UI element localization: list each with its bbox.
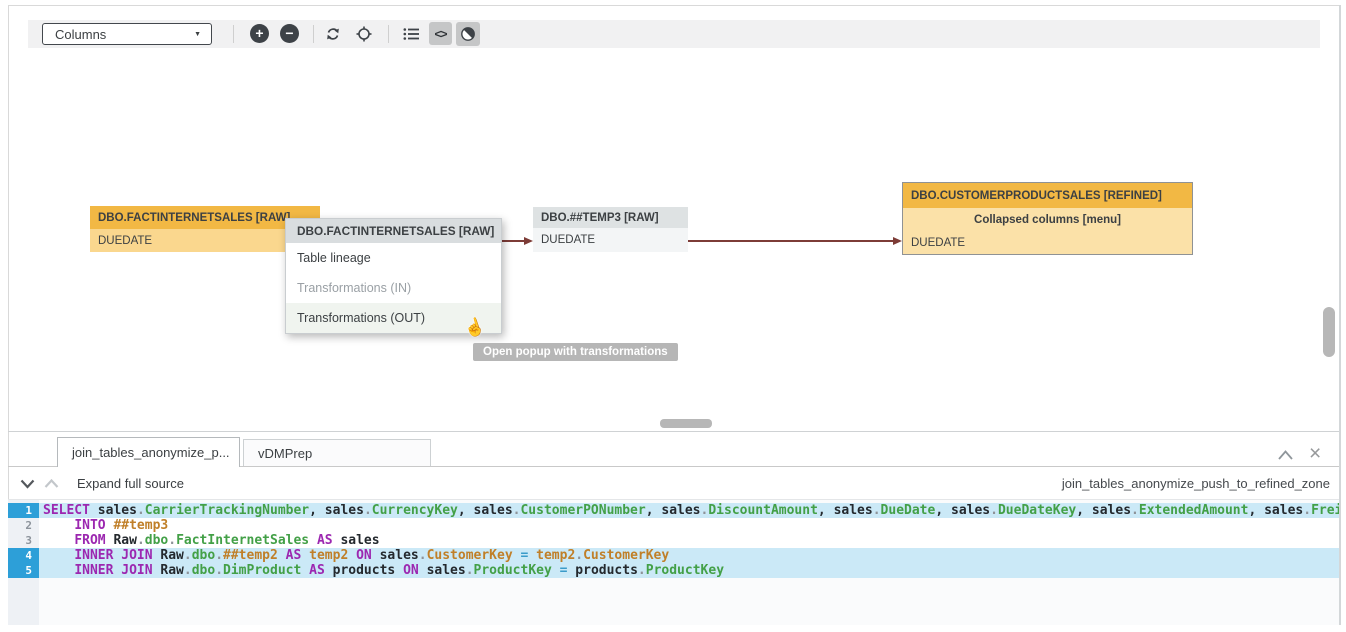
- list-icon: [403, 27, 420, 41]
- code-line: 5 INNER JOIN Raw.dbo.DimProduct AS produ…: [8, 563, 1339, 578]
- context-menu: DBO.FACTINTERNETSALES [RAW] Table lineag…: [285, 218, 502, 334]
- code-line: 1SELECT sales.CarrierTrackingNumber, sal…: [8, 503, 1339, 518]
- expand-full-source[interactable]: Expand full source: [77, 476, 184, 491]
- collapse-up-button[interactable]: [44, 479, 59, 489]
- code-lines: 1SELECT sales.CarrierTrackingNumber, sal…: [8, 503, 1339, 578]
- edge-fact-to-temp3: [500, 240, 525, 242]
- node-temp3[interactable]: DBO.##TEMP3 [RAW] DUEDATE: [533, 207, 688, 252]
- panel-separator: [8, 431, 1339, 432]
- refresh-button[interactable]: [325, 26, 341, 42]
- source-name: join_tables_anonymize_push_to_refined_zo…: [1062, 476, 1330, 491]
- zoom-in-button[interactable]: +: [250, 24, 269, 43]
- code-icon: <>: [434, 27, 446, 41]
- contrast-toggle-button[interactable]: [456, 22, 480, 46]
- context-menu-title: DBO.FACTINTERNETSALES [RAW]: [286, 219, 501, 243]
- arrowhead-icon: [893, 237, 902, 245]
- menu-item-table-lineage[interactable]: Table lineage: [286, 243, 501, 273]
- divider: [313, 25, 314, 43]
- arrowhead-icon: [524, 237, 533, 245]
- sql-source-viewer[interactable]: 1SELECT sales.CarrierTrackingNumber, sal…: [8, 500, 1339, 625]
- fit-to-screen-button[interactable]: [356, 26, 372, 42]
- node-column-duedate[interactable]: DUEDATE: [533, 228, 688, 252]
- code-line: 3 FROM Raw.dbo.FactInternetSales AS sale…: [8, 533, 1339, 548]
- frame-top-border: [8, 5, 1340, 6]
- menu-item-transformations-in: Transformations (IN): [286, 273, 501, 303]
- line-number: 2: [8, 518, 39, 533]
- code-line-content: INTO ##temp3: [39, 518, 1339, 533]
- code-line-content: INNER JOIN Raw.dbo.##temp2 AS temp2 ON s…: [39, 548, 1339, 563]
- horizontal-scrollbar-thumb[interactable]: [660, 419, 712, 428]
- list-view-button[interactable]: [403, 27, 420, 41]
- code-line: 4 INNER JOIN Raw.dbo.##temp2 AS temp2 ON…: [8, 548, 1339, 563]
- divider: [388, 25, 389, 43]
- tab-vdmprep[interactable]: vDMPrep: [243, 439, 431, 466]
- divider: [233, 25, 234, 43]
- crosshair-icon: [356, 26, 372, 42]
- collapse-panel-button[interactable]: [1277, 449, 1294, 461]
- lineage-app: Columns ▼ + −: [0, 0, 1346, 632]
- tooltip: Open popup with transformations: [473, 343, 678, 361]
- contrast-icon: [460, 26, 476, 42]
- tab-label: vDMPrep: [258, 446, 312, 461]
- edge-temp3-to-cps: [688, 240, 894, 242]
- zoom-out-button[interactable]: −: [280, 24, 299, 43]
- chevron-down-icon: [20, 479, 35, 489]
- collapsed-columns-menu[interactable]: Collapsed columns [menu]: [903, 208, 1192, 231]
- columns-dropdown[interactable]: Columns ▼: [42, 23, 212, 45]
- chevron-down-icon: ▼: [194, 31, 201, 38]
- line-number: 5: [8, 563, 39, 578]
- code-line-content: SELECT sales.CarrierTrackingNumber, sale…: [39, 503, 1339, 518]
- node-column-duedate[interactable]: DUEDATE: [903, 231, 1192, 254]
- minus-icon: −: [285, 24, 293, 43]
- code-line-content: FROM Raw.dbo.FactInternetSales AS sales: [39, 533, 1339, 548]
- code-line-content: INNER JOIN Raw.dbo.DimProduct AS product…: [39, 563, 1339, 578]
- plus-icon: +: [255, 24, 263, 43]
- node-customerproductsales[interactable]: DBO.CUSTOMERPRODUCTSALES [REFINED] Colla…: [902, 182, 1193, 255]
- line-number: 1: [8, 503, 39, 518]
- close-panel-button[interactable]: ×: [1309, 446, 1321, 462]
- code-view-button[interactable]: <>: [429, 22, 452, 45]
- line-number: 4: [8, 548, 39, 563]
- tab-join-tables-anonymize[interactable]: join_tables_anonymize_p...: [57, 437, 240, 467]
- frame-right-border: [1339, 5, 1341, 625]
- refresh-icon: [325, 26, 341, 42]
- node-title[interactable]: DBO.##TEMP3 [RAW]: [533, 207, 688, 228]
- expand-down-button[interactable]: [20, 479, 35, 489]
- code-line: 2 INTO ##temp3: [8, 518, 1339, 533]
- vertical-scrollbar-thumb[interactable]: [1323, 307, 1335, 357]
- columns-dropdown-label: Columns: [55, 27, 106, 42]
- node-title[interactable]: DBO.CUSTOMERPRODUCTSALES [REFINED]: [903, 183, 1192, 208]
- diagram-toolbar: Columns ▼ + −: [28, 20, 1320, 48]
- tab-label: join_tables_anonymize_p...: [72, 445, 230, 460]
- chevron-up-icon: [44, 479, 59, 489]
- line-number: 3: [8, 533, 39, 548]
- chevron-up-icon: [1277, 449, 1294, 461]
